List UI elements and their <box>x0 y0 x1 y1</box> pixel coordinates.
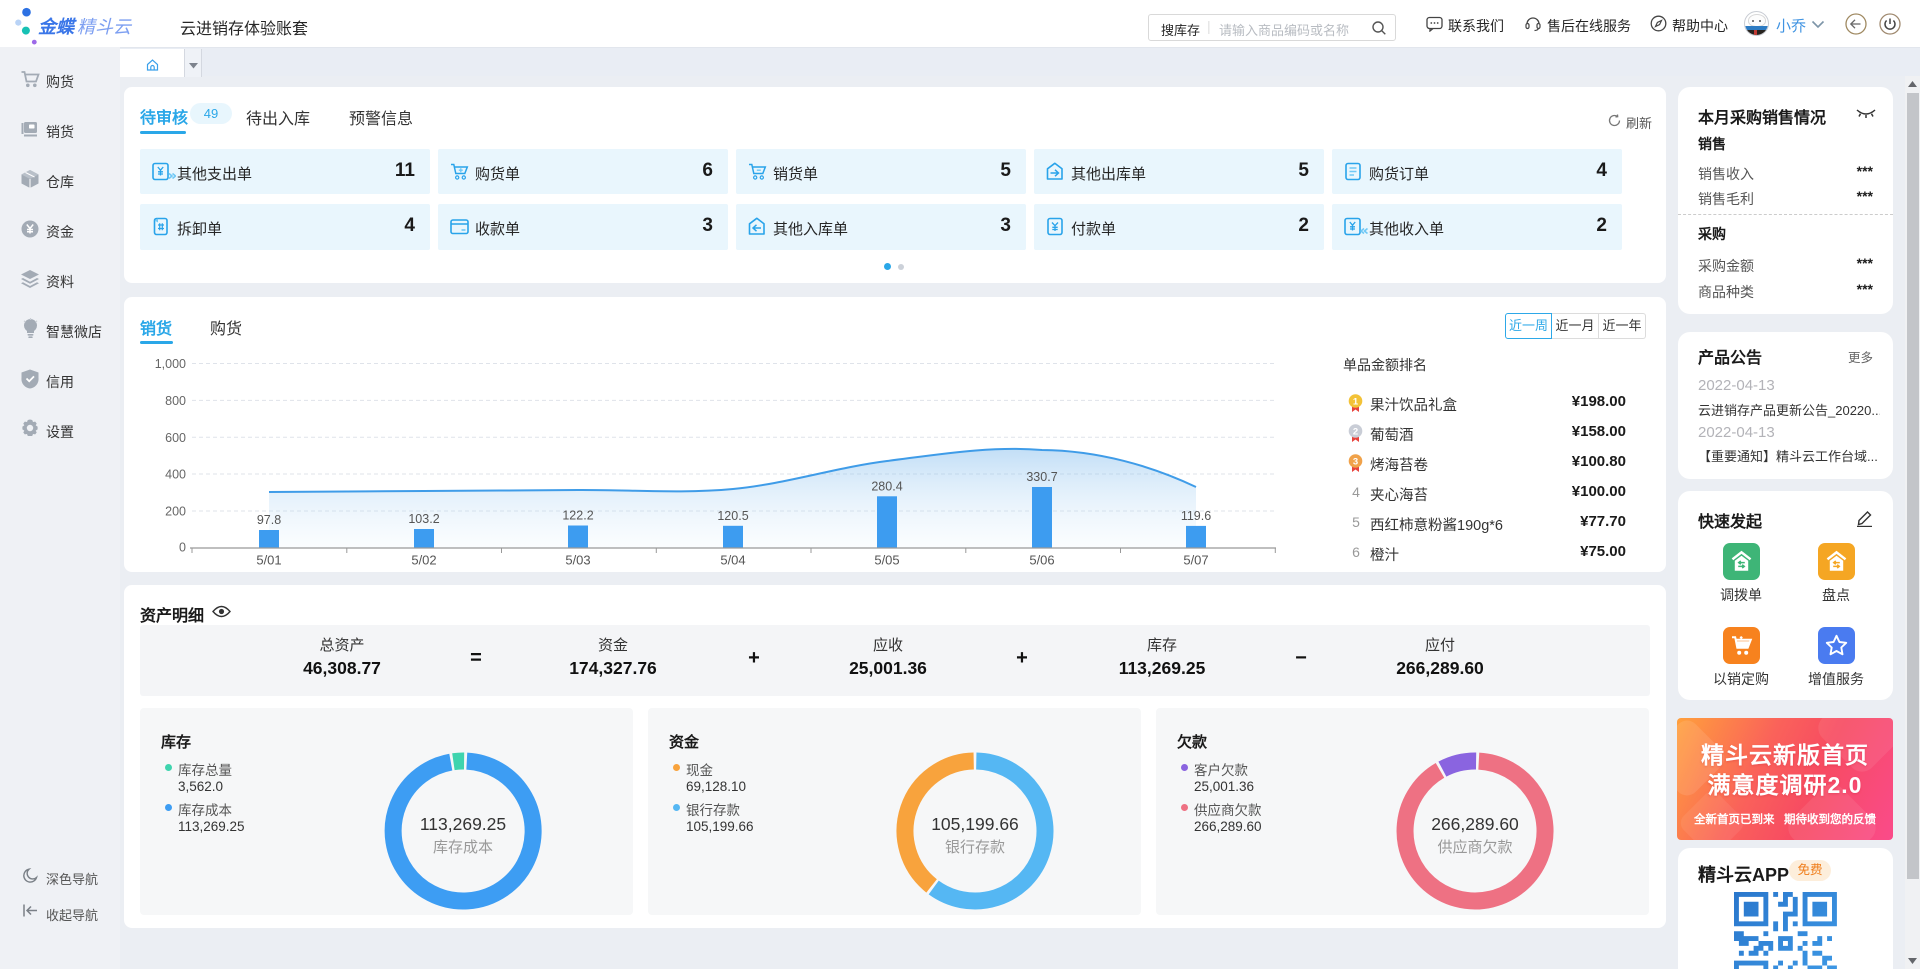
svg-text:103.2: 103.2 <box>408 512 439 526</box>
svg-text:5/02: 5/02 <box>411 553 436 568</box>
svg-text:2: 2 <box>1353 427 1358 438</box>
svg-text:600: 600 <box>165 431 186 445</box>
svg-text:1,000: 1,000 <box>155 357 186 371</box>
svg-text:5/01: 5/01 <box>256 553 281 568</box>
svg-text:5/03: 5/03 <box>565 553 590 568</box>
svg-text:400: 400 <box>165 468 186 482</box>
svg-text:280.4: 280.4 <box>871 479 902 493</box>
svg-text:97.8: 97.8 <box>257 513 281 527</box>
svg-text:330.7: 330.7 <box>1026 470 1057 484</box>
svg-text:5/05: 5/05 <box>874 553 899 568</box>
svg-text:122.2: 122.2 <box>562 509 593 523</box>
svg-text:1: 1 <box>1353 397 1359 408</box>
svg-text:120.5: 120.5 <box>717 509 748 523</box>
svg-text:5/04: 5/04 <box>720 553 745 568</box>
svg-text:119.6: 119.6 <box>1181 509 1211 523</box>
svg-text:5/06: 5/06 <box>1029 553 1054 568</box>
svg-text:200: 200 <box>165 505 186 519</box>
svg-text:3: 3 <box>1353 457 1358 468</box>
svg-text:0: 0 <box>179 541 186 555</box>
svg-text:800: 800 <box>165 394 186 408</box>
svg-text:5/07: 5/07 <box>1183 553 1208 568</box>
